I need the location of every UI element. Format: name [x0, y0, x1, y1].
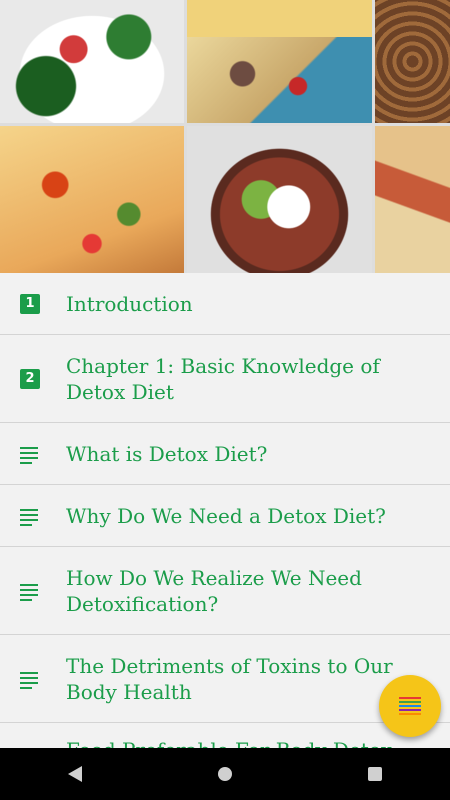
- home-icon: [218, 767, 232, 781]
- menu-fab-button[interactable]: [379, 675, 441, 737]
- list-item-label: The Detriments of Toxins to Our Body Hea…: [66, 653, 393, 704]
- list-item[interactable]: 1 Introduction: [0, 273, 450, 335]
- list-item[interactable]: How Do We Realize We Need Detoxification…: [0, 547, 450, 635]
- recents-icon: [368, 767, 382, 781]
- list-item[interactable]: 2 Chapter 1: Basic Knowledge of Detox Di…: [0, 335, 450, 423]
- list-item-label: Chapter 1: Basic Knowledge of Detox Diet: [66, 353, 380, 404]
- recents-button[interactable]: [355, 754, 395, 794]
- back-button[interactable]: [55, 754, 95, 794]
- menu-lines-icon: [399, 695, 421, 717]
- home-button[interactable]: [205, 754, 245, 794]
- wrap-image: [375, 126, 450, 273]
- number-badge-icon: 1: [20, 293, 40, 314]
- list-item[interactable]: Why Do We Need a Detox Diet?: [0, 485, 450, 547]
- list-item-label: Introduction: [66, 291, 193, 316]
- omelette-image: [187, 0, 372, 123]
- header-image-collage: [0, 0, 450, 273]
- soup-image: [187, 126, 372, 273]
- pizza-image: [0, 126, 184, 273]
- system-navigation-bar: [0, 748, 450, 800]
- text-lines-icon: [20, 444, 40, 464]
- number-badge-icon: 2: [20, 368, 40, 389]
- salad-image: [0, 0, 184, 123]
- list-item-label: How Do We Realize We Need Detoxification…: [66, 565, 362, 616]
- list-item-label: What is Detox Diet?: [66, 441, 268, 466]
- list-item[interactable]: What is Detox Diet?: [0, 423, 450, 485]
- text-lines-icon: [20, 581, 40, 601]
- text-lines-icon: [20, 669, 40, 689]
- list-item-label: Why Do We Need a Detox Diet?: [66, 503, 386, 528]
- cookies-image: [375, 0, 450, 123]
- text-lines-icon: [20, 506, 40, 526]
- back-icon: [68, 766, 82, 782]
